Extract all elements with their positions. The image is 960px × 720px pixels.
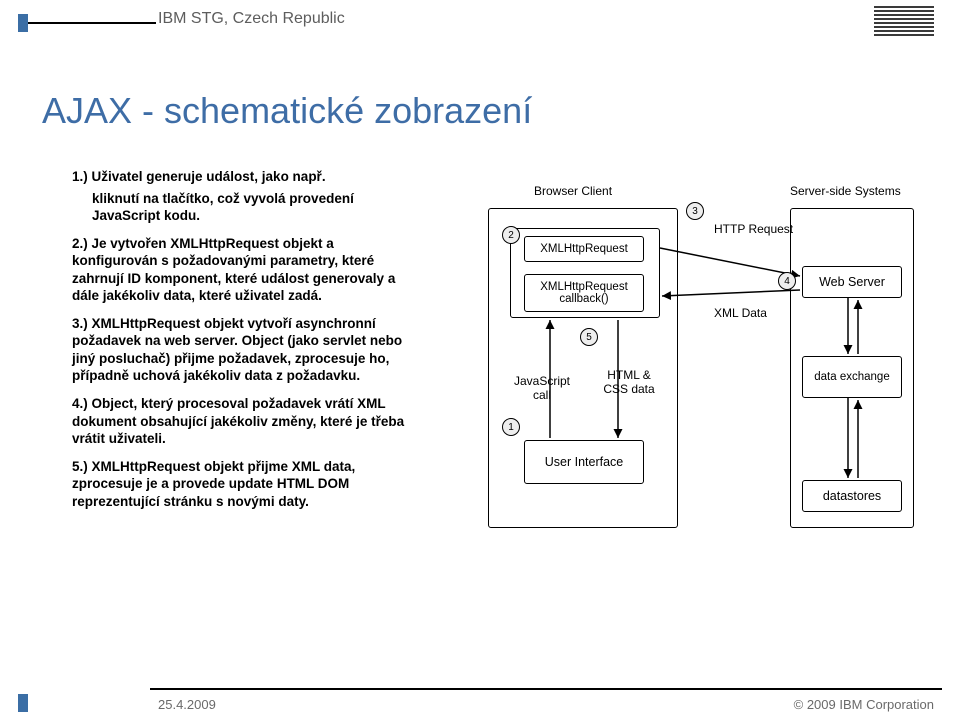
step-5-num: 5 — [586, 332, 592, 343]
step-1-num: 1 — [508, 422, 514, 433]
body-text: 1.) Uživatel generuje událost, jako např… — [72, 168, 412, 520]
footer-rule — [150, 688, 942, 690]
http-request-label: HTTP Request — [714, 222, 793, 236]
step-2-num: 2 — [508, 230, 514, 241]
paragraph-3: 3.) XMLHttpRequest objekt vytvoří asynch… — [72, 315, 412, 385]
step-3-circle: 3 — [686, 202, 704, 220]
p2-text: 2.) Je vytvořen XMLHttpRequest objekt a … — [72, 235, 412, 305]
p1-line2: kliknutí na tlačítko, což vyvolá provede… — [72, 190, 412, 225]
footer-date: 25.4.2009 — [158, 697, 216, 712]
footer-accent-block — [18, 694, 28, 712]
paragraph-1: 1.) Uživatel generuje událost, jako např… — [72, 168, 412, 225]
diagram-area: Browser Client Server-side Systems XMLHt… — [488, 178, 918, 578]
paragraph-4: 4.) Object, který procesoval požadavek v… — [72, 395, 412, 448]
step-3-num: 3 — [692, 206, 698, 217]
footer-bar: 25.4.2009 © 2009 IBM Corporation — [0, 686, 960, 720]
ibm-logo-icon — [874, 6, 934, 32]
html-css-label: HTML & CSS data — [596, 368, 662, 396]
paragraph-2: 2.) Je vytvořen XMLHttpRequest objekt a … — [72, 235, 412, 305]
accent-block — [18, 14, 28, 32]
p1-line1: 1.) Uživatel generuje událost, jako např… — [72, 168, 412, 186]
step-4-num: 4 — [784, 276, 790, 287]
step-2-circle: 2 — [502, 226, 520, 244]
step-1-circle: 1 — [502, 418, 520, 436]
step-5-circle: 5 — [580, 328, 598, 346]
xml-data-label: XML Data — [714, 306, 767, 320]
paragraph-5: 5.) XMLHttpRequest objekt přijme XML dat… — [72, 458, 412, 511]
js-call-label: JavaScript call — [512, 374, 572, 402]
top-bar: IBM STG, Czech Republic — [0, 0, 960, 46]
page-title: AJAX - schematické zobrazení — [42, 90, 532, 132]
step-4-circle: 4 — [778, 272, 796, 290]
footer-copyright: © 2009 IBM Corporation — [794, 697, 934, 712]
p3-text: 3.) XMLHttpRequest objekt vytvoří asynch… — [72, 315, 412, 385]
p4-text: 4.) Object, který procesoval požadavek v… — [72, 395, 412, 448]
rule-line — [28, 22, 156, 24]
header-org: IBM STG, Czech Republic — [158, 10, 345, 28]
p5-text: 5.) XMLHttpRequest objekt přijme XML dat… — [72, 458, 412, 511]
